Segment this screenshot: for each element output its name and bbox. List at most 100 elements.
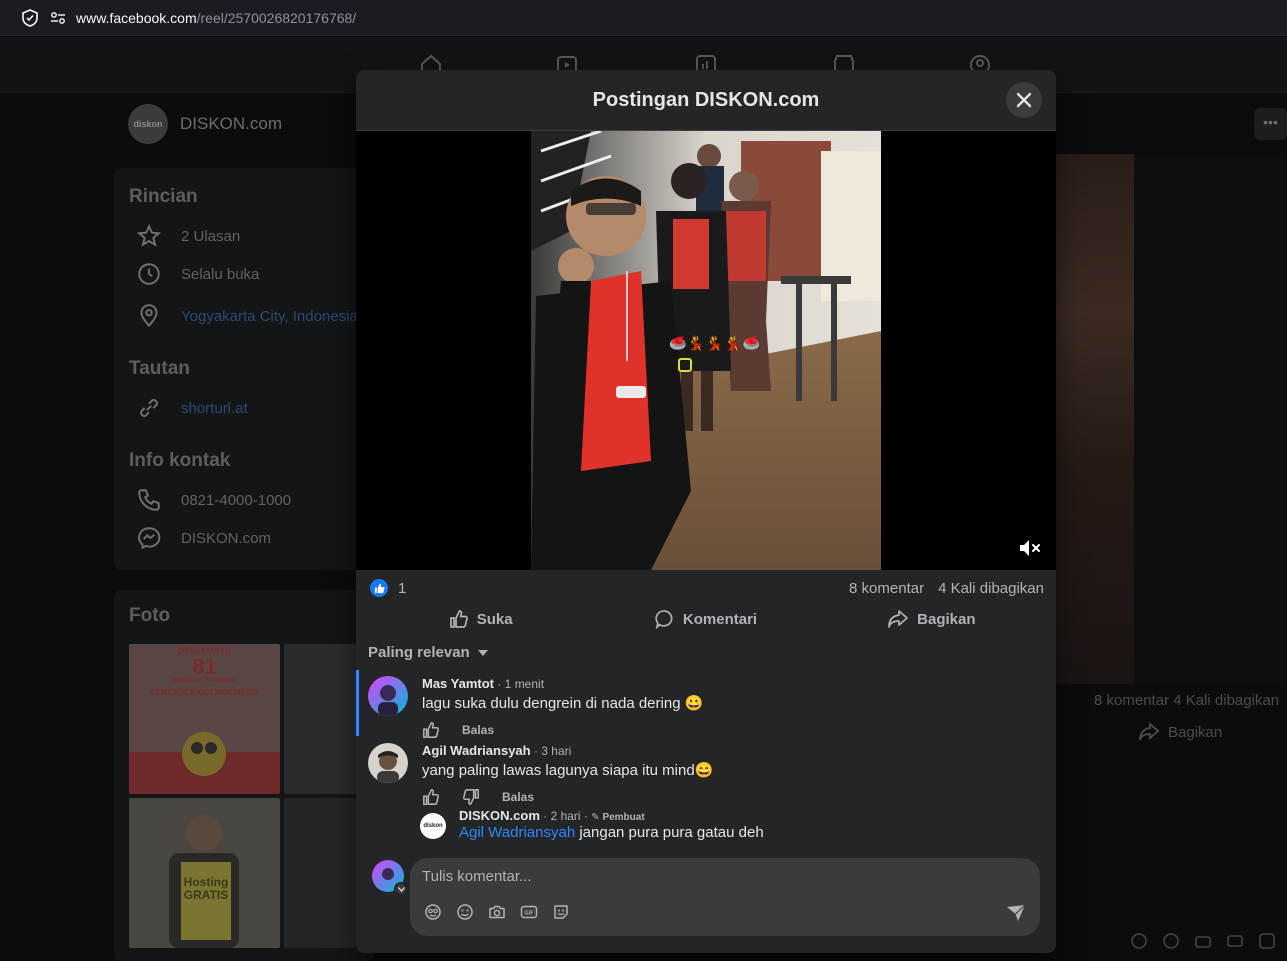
like-icon[interactable] bbox=[422, 788, 440, 806]
mention-link[interactable]: Agil Wadriansyah bbox=[459, 824, 575, 841]
video-frame[interactable]: 🥌💃💃💃🥌 bbox=[531, 131, 881, 570]
camera-icon bbox=[1195, 936, 1211, 948]
comment-time[interactable]: · 1 menit bbox=[494, 677, 544, 691]
background-share-label: Bagikan bbox=[1168, 723, 1223, 741]
url-field[interactable]: www.facebook.com/reel/2570026820176768/ bbox=[76, 10, 356, 26]
comment-item: Mas Yamtot · 1 menit lagu suka dulu deng… bbox=[368, 676, 703, 739]
avatar[interactable]: diskon bbox=[420, 813, 446, 839]
browser-address-bar: www.facebook.com/reel/2570026820176768/ bbox=[0, 0, 1287, 36]
telepon-text: 0821-4000-1000 bbox=[181, 491, 292, 509]
avatar-sticker-icon bbox=[1131, 933, 1147, 949]
page-header: diskon DISKON.com bbox=[128, 104, 282, 144]
creator-pencil-icon: ✎ bbox=[591, 812, 603, 823]
photo-gratis: GRATIS bbox=[183, 888, 229, 902]
sort-dropdown[interactable]: Paling relevan bbox=[368, 644, 488, 661]
link-text[interactable]: shorturl.at bbox=[181, 400, 248, 417]
photo-republik: REPUBLIK INDONESIA bbox=[171, 678, 238, 684]
share-icon bbox=[1139, 722, 1160, 741]
video-player[interactable]: 🥌💃💃💃🥌 bbox=[356, 131, 1056, 570]
like-icon bbox=[449, 610, 468, 628]
send-icon[interactable] bbox=[1006, 904, 1026, 922]
background-share: Bagikan bbox=[1138, 722, 1222, 742]
svg-text:GIF: GIF bbox=[524, 911, 534, 917]
reply-button[interactable]: Balas bbox=[502, 790, 534, 804]
share-label: Bagikan bbox=[917, 610, 976, 628]
camera-icon[interactable] bbox=[488, 903, 506, 921]
avatar-sticker-icon[interactable] bbox=[424, 903, 442, 921]
chevron-down-icon[interactable] bbox=[394, 882, 408, 896]
modal-title: Postingan DISKON.com bbox=[592, 88, 820, 111]
section-foto: Foto bbox=[129, 605, 171, 626]
comment-text: lagu suka dulu dengrein di nada dering 😀 bbox=[422, 695, 704, 712]
comment-time[interactable]: · 3 hari bbox=[531, 744, 571, 758]
photo-thumb[interactable]: Hosting GRATIS bbox=[129, 798, 280, 948]
shield-icon[interactable] bbox=[20, 8, 40, 28]
comment-input[interactable]: Tulis komentar... GIF bbox=[410, 858, 1040, 936]
url-path: /reel/2570026820176768/ bbox=[196, 9, 357, 26]
sort-label: Paling relevan bbox=[368, 644, 470, 661]
section-tautan: Tautan bbox=[129, 358, 190, 379]
sticker-icon bbox=[1259, 933, 1275, 949]
jam-text: Selalu buka bbox=[181, 265, 260, 283]
like-icon[interactable] bbox=[422, 721, 440, 739]
emoji-icon[interactable] bbox=[456, 903, 474, 921]
star-icon bbox=[136, 223, 162, 247]
avatar[interactable] bbox=[368, 676, 408, 716]
like-button[interactable]: Suka bbox=[368, 604, 593, 634]
more-options-button[interactable]: ••• bbox=[1254, 108, 1287, 140]
row-link[interactable]: shorturl.at bbox=[136, 395, 248, 421]
ulasan-text: 2 Ulasan bbox=[181, 227, 241, 245]
creator-badge: Pembuat bbox=[602, 812, 645, 823]
mute-button[interactable] bbox=[1018, 537, 1042, 559]
like-count[interactable]: 1 bbox=[398, 580, 406, 597]
page-avatar[interactable]: diskon bbox=[128, 104, 168, 144]
comment-button[interactable]: Komentari bbox=[593, 604, 818, 634]
sticker-icon[interactable] bbox=[552, 903, 570, 921]
shares-count[interactable]: 4 Kali dibagikan bbox=[938, 580, 1044, 597]
close-button[interactable] bbox=[1006, 82, 1042, 118]
comment-item: Agil Wadriansyah · 3 hari yang paling la… bbox=[368, 743, 713, 806]
photo-81: 81 bbox=[192, 654, 217, 679]
row-lokasi[interactable]: Yogyakarta City, Indonesia bbox=[136, 303, 358, 329]
row-telepon: 0821-4000-1000 bbox=[136, 487, 291, 513]
photo-thumb[interactable] bbox=[284, 798, 356, 948]
close-icon bbox=[1016, 92, 1032, 108]
avatar[interactable] bbox=[368, 743, 408, 783]
site-info-icon[interactable] bbox=[48, 8, 68, 28]
url-host: www.facebook.com bbox=[76, 9, 197, 26]
avatar[interactable] bbox=[372, 860, 408, 896]
comments-count[interactable]: 8 komentar bbox=[849, 580, 924, 597]
comment-label: Komentari bbox=[682, 610, 758, 628]
phone-icon bbox=[138, 489, 160, 511]
like-label: Suka bbox=[476, 610, 513, 628]
share-button[interactable]: Bagikan bbox=[819, 604, 1044, 634]
reply-author[interactable]: DISKON.com bbox=[459, 808, 540, 823]
photo-thumb[interactable] bbox=[284, 644, 356, 794]
modal-header: Postingan DISKON.com bbox=[356, 70, 1056, 131]
gif-icon bbox=[1227, 935, 1243, 947]
dislike-icon[interactable] bbox=[462, 788, 480, 806]
comment-icon bbox=[655, 610, 673, 629]
comment-placeholder: Tulis komentar... bbox=[422, 868, 532, 885]
reply-button[interactable]: Balas bbox=[462, 723, 494, 737]
comment-author[interactable]: Agil Wadriansyah bbox=[422, 743, 531, 758]
like-reaction-icon[interactable] bbox=[370, 579, 388, 597]
lokasi-text[interactable]: Yogyakarta City, Indonesia bbox=[181, 308, 358, 325]
comment-author[interactable]: Mas Yamtot bbox=[422, 676, 494, 691]
composer-tools: GIF bbox=[424, 903, 570, 921]
gif-icon[interactable]: GIF bbox=[520, 903, 538, 921]
row-jam: Selalu buka bbox=[136, 261, 259, 287]
highlighted-comment-bar bbox=[356, 670, 359, 736]
post-modal: Postingan DISKON.com 🥌💃💃💃🥌 1 8 komentar … bbox=[356, 70, 1056, 953]
reply-time[interactable]: · 2 hari · bbox=[540, 809, 591, 823]
reaction-stats: 1 8 komentar 4 Kali dibagikan bbox=[370, 578, 1044, 598]
background-stats: 8 komentar 4 Kali dibagikan bbox=[1094, 692, 1280, 709]
reply-item: diskon DISKON.com · 2 hari · ✎ Pembuat A… bbox=[420, 808, 764, 841]
photo-thumb[interactable]: DIRGAHAYU 81 REPUBLIK INDONESIA KEMERDEK… bbox=[129, 644, 280, 794]
clock-icon bbox=[138, 263, 160, 285]
page-name[interactable]: DISKON.com bbox=[180, 114, 282, 134]
background-video-partial bbox=[1056, 154, 1134, 684]
photo-kemerdekaan: KEMERDEKAAN INDONESIA bbox=[149, 688, 260, 697]
comment-composer: Tulis komentar... GIF bbox=[372, 858, 1040, 936]
stats-right: 8 komentar 4 Kali dibagikan bbox=[849, 580, 1044, 597]
